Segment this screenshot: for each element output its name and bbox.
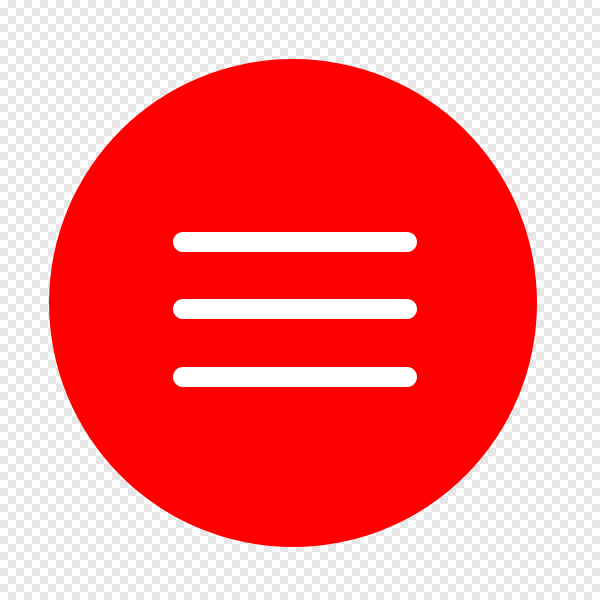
transparent-checkerboard-background (0, 0, 600, 600)
menu-icon-top-line (173, 232, 417, 252)
menu-icon-middle-line (173, 299, 417, 319)
menu-icon-bottom-line (173, 367, 417, 387)
menu-button[interactable] (49, 59, 537, 547)
